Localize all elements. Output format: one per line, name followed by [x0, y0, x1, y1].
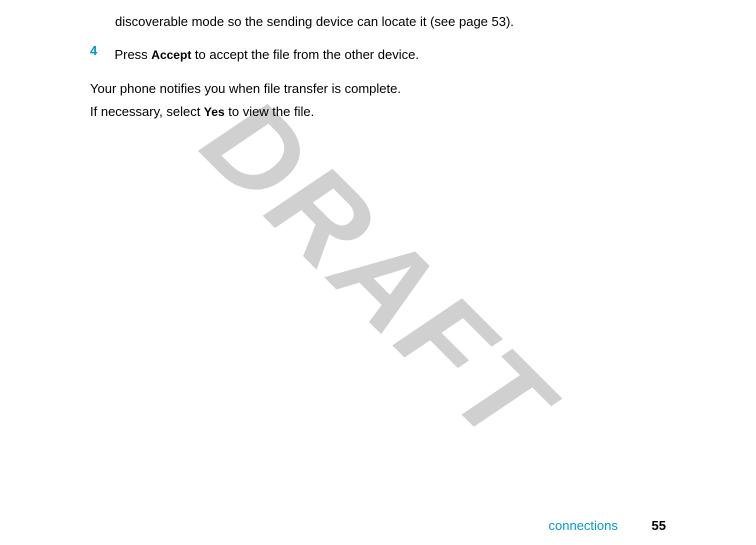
step4-container: 4 Press Accept to accept the file from t… — [90, 43, 666, 67]
step3-partial-text: discoverable mode so the sending device … — [115, 10, 666, 33]
body-line2: If necessary, select Yes to view the fil… — [90, 100, 666, 124]
footer-section-label: connections — [549, 518, 618, 533]
body-line1: Your phone notifies you when file transf… — [90, 77, 666, 100]
footer-page-number: 55 — [652, 518, 666, 533]
step4-text-before: Press — [114, 47, 151, 62]
body-line2-after: to view the file. — [225, 104, 315, 119]
page-content: discoverable mode so the sending device … — [0, 0, 756, 134]
step4-bold: Accept — [151, 48, 191, 62]
step4-body: Press Accept to accept the file from the… — [114, 43, 434, 67]
step4-text-after: to accept the file from the other device… — [191, 47, 419, 62]
body-line2-before: If necessary, select — [90, 104, 204, 119]
step4-number: 4 — [90, 43, 110, 58]
page-footer: connections 55 — [549, 518, 666, 533]
body-line2-bold: Yes — [204, 105, 225, 119]
